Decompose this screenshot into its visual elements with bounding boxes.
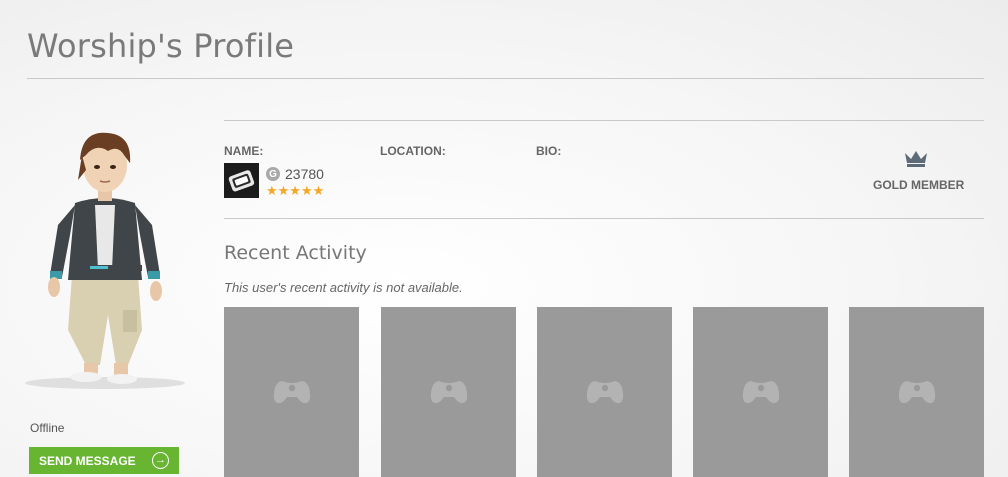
- activity-tile[interactable]: [849, 307, 984, 477]
- title-divider: [27, 78, 984, 79]
- controller-icon: [898, 381, 935, 404]
- reputation-stars: ★★★★★: [266, 183, 325, 198]
- controller-icon: [742, 381, 779, 404]
- controller-icon: [273, 381, 310, 404]
- crown-icon: [905, 151, 927, 167]
- send-message-label: SEND MESSAGE: [39, 453, 136, 468]
- name-label: NAME:: [224, 144, 264, 158]
- page-title: Worship's Profile: [27, 27, 295, 65]
- gamerscore-icon: G: [266, 167, 280, 181]
- activity-tile[interactable]: [224, 307, 359, 477]
- avatar: [25, 132, 185, 389]
- location-label: LOCATION:: [380, 144, 446, 158]
- gamerpic: [224, 163, 259, 198]
- recent-activity-title: Recent Activity: [224, 242, 367, 264]
- bio-label: BIO:: [536, 144, 562, 158]
- gold-member-badge: GOLD MEMBER: [873, 178, 965, 192]
- controller-icon: [430, 381, 467, 404]
- send-message-button[interactable]: SEND MESSAGE →: [29, 447, 179, 474]
- presence-status: Offline: [30, 421, 65, 435]
- activity-tile[interactable]: [381, 307, 516, 477]
- gamerscore-value: 23780: [285, 166, 324, 182]
- info-divider-top: [224, 120, 984, 121]
- arrow-right-icon: →: [152, 452, 169, 469]
- activity-tile[interactable]: [693, 307, 828, 477]
- controller-icon: [586, 381, 623, 404]
- activity-tile[interactable]: [537, 307, 672, 477]
- activity-unavailable-note: This user's recent activity is not avail…: [224, 280, 463, 295]
- info-divider-bottom: [224, 218, 984, 219]
